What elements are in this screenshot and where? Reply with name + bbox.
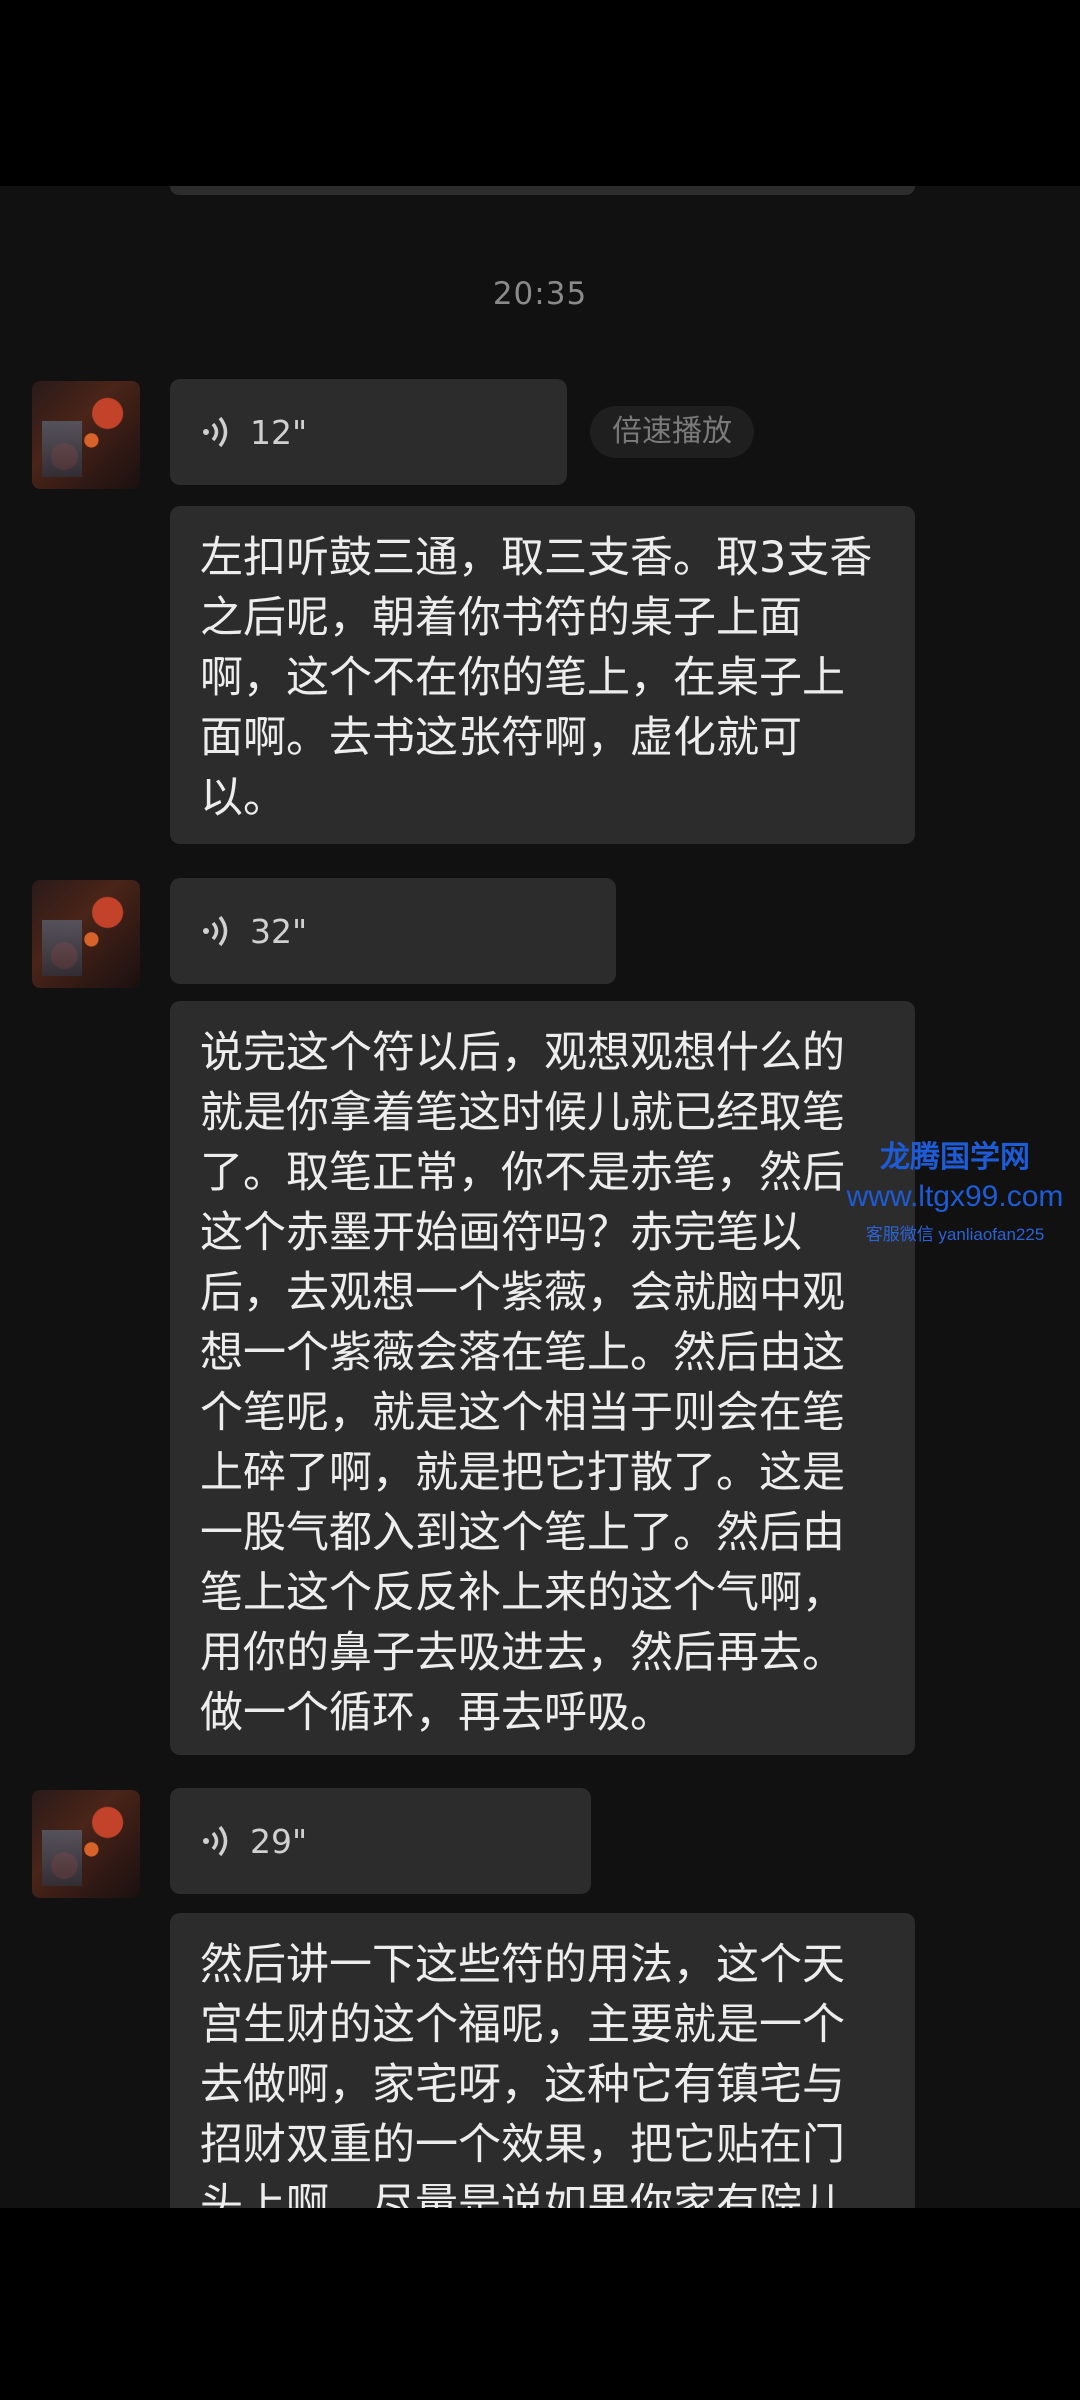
voice-transcript: 说完这个符以后，观想观想什么的就是你拿着笔这时候儿就已经取笔了。取笔正常，你不是… (170, 1001, 915, 1755)
voice-duration: 29" (250, 1821, 308, 1861)
avatar[interactable] (32, 1790, 140, 1898)
previous-message-bubble (170, 186, 915, 195)
sound-wave-icon (203, 416, 228, 448)
sound-wave-icon (203, 1825, 228, 1857)
voice-duration: 12" (250, 412, 308, 452)
playback-speed-button[interactable]: 倍速播放 (590, 406, 754, 458)
watermark: 龙腾国学网 www.ltgx99.com 客服微信 yanliaofan225 (830, 1132, 1080, 1245)
voice-transcript: 然后讲一下这些符的用法，这个天宫生财的这个福呢，主要就是一个去做啊，家宅呀，这种… (170, 1913, 915, 2208)
voice-transcript: 左扣听鼓三通，取三支香。取3支香之后呢，朝着你书符的桌子上面啊，这个不在你的笔上… (170, 506, 915, 844)
avatar[interactable] (32, 381, 140, 489)
voice-message-button[interactable]: 29" (170, 1788, 591, 1894)
top-black-bar (0, 0, 1080, 186)
watermark-title: 龙腾国学网 (880, 1141, 1030, 1174)
voice-message-button[interactable]: 12" (170, 379, 567, 485)
watermark-contact: 客服微信 yanliaofan225 (865, 1225, 1045, 1244)
bottom-black-bar (0, 2208, 1080, 2400)
watermark-url: www.ltgx99.com (846, 1180, 1064, 1213)
voice-duration: 32" (250, 911, 308, 951)
message-timestamp: 20:35 (492, 276, 588, 312)
voice-message-button[interactable]: 32" (170, 878, 616, 984)
avatar[interactable] (32, 880, 140, 988)
sound-wave-icon (203, 915, 228, 947)
